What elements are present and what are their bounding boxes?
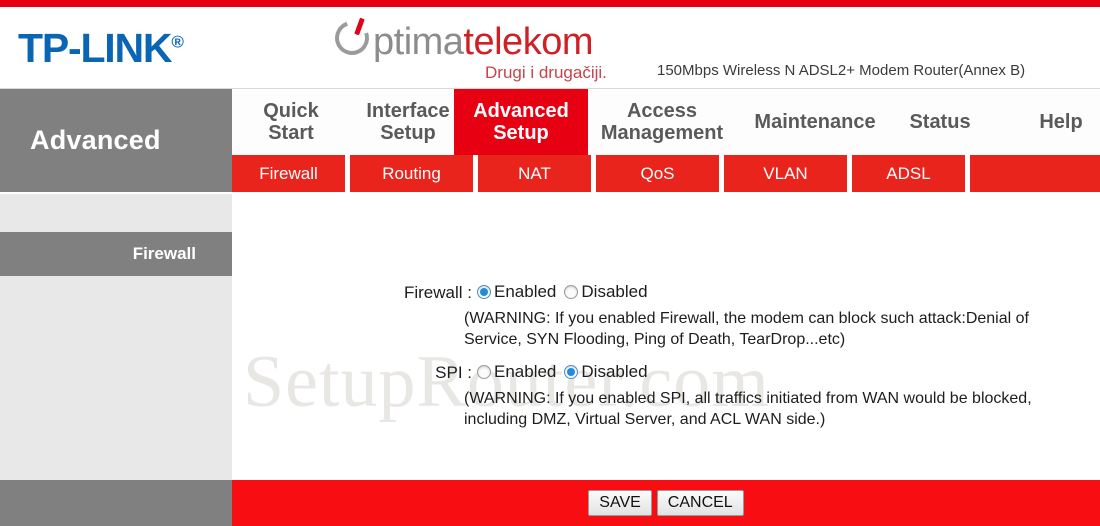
main-tab-quick-start[interactable]: Quick Start <box>238 89 344 155</box>
main-tab-advanced-setup[interactable]: Advanced Setup <box>454 89 588 155</box>
spi-radio-enabled[interactable]: Enabled <box>477 362 556 382</box>
main-tab-bar: Quick Start Interface Setup Advanced Setup… <box>232 89 1100 155</box>
sub-tab-label: ADSL <box>886 163 931 183</box>
section-heading-label: Firewall <box>132 244 196 263</box>
main-tab-access-management[interactable]: Access Management <box>580 89 744 155</box>
spi-label: SPI : <box>435 363 472 382</box>
optima-logo-wordmark: ptimatelekom <box>329 15 593 64</box>
main-tab-label: Advanced Setup <box>473 99 569 144</box>
spi-radio-enabled-label: Enabled <box>494 362 557 381</box>
sub-tab-firewall[interactable]: Firewall <box>232 155 345 192</box>
radio-dot-icon[interactable] <box>477 285 491 299</box>
optima-tagline: Drugi i drugačiji. <box>485 63 607 82</box>
optima-circle-icon <box>329 15 375 61</box>
spi-warning-text: (WARNING: If you enabled SPI, all traffi… <box>464 390 1032 429</box>
sub-tab-bar: Firewall Routing NAT QoS VLAN ADSL <box>232 155 1100 192</box>
sub-tab-label: VLAN <box>763 163 808 183</box>
main-tab-interface-setup[interactable]: Interface Setup <box>344 89 472 155</box>
spi-radio-group[interactable]: Enabled Disabled <box>477 362 648 382</box>
firewall-radio-enabled[interactable]: Enabled <box>477 282 556 302</box>
firewall-radio-group[interactable]: Enabled Disabled <box>477 282 648 302</box>
main-tab-label: Help <box>1039 110 1083 133</box>
content-body: Firewall Firewall : Enabled Disabled (WA… <box>0 232 1100 480</box>
sub-tab-adsl[interactable]: ADSL <box>852 155 965 192</box>
main-tab-label: Maintenance <box>754 110 876 133</box>
sidebar-gap-filler <box>0 194 232 232</box>
top-accent-bar <box>0 0 1100 7</box>
section-content: Firewall : Enabled Disabled (WARNING: If… <box>232 232 1100 480</box>
firewall-warning-text: (WARNING: If you enabled Firewall, the m… <box>464 310 1029 349</box>
footer-sidebar-filler <box>0 480 232 526</box>
sub-tab-label: QoS <box>640 163 675 183</box>
tplink-logo-text: TP-LINK <box>18 25 173 71</box>
sub-tab-nat[interactable]: NAT <box>478 155 591 192</box>
firewall-label: Firewall : <box>403 283 472 302</box>
spi-radio-disabled-label: Disabled <box>581 362 648 381</box>
optima-logo-red-part: telekom <box>463 21 593 63</box>
tplink-logo: TP-LINK® <box>18 25 184 72</box>
sub-tab-vlan[interactable]: VLAN <box>724 155 847 192</box>
spi-radio-disabled[interactable]: Disabled <box>564 362 648 382</box>
cancel-button[interactable]: CANCEL <box>656 489 744 517</box>
firewall-radio-enabled-label: Enabled <box>494 282 557 301</box>
main-tab-label: Quick Start <box>263 99 319 144</box>
sub-tab-qos[interactable]: QoS <box>596 155 719 192</box>
main-tab-label: Access Management <box>600 99 724 144</box>
main-tab-label: Interface Setup <box>366 99 450 144</box>
firewall-radio-disabled[interactable]: Disabled <box>564 282 648 302</box>
registered-trademark-icon: ® <box>171 32 184 52</box>
main-tab-help[interactable]: Help <box>1022 89 1100 155</box>
page-title: Advanced <box>30 125 161 155</box>
section-sidebar: Firewall <box>0 232 232 480</box>
main-tab-status[interactable]: Status <box>890 89 990 155</box>
sub-tab-label: NAT <box>518 163 551 183</box>
radio-dot-icon[interactable] <box>477 365 491 379</box>
page-footer: SAVE CANCEL <box>0 480 1100 526</box>
form-action-buttons: SAVE CANCEL <box>232 480 1100 526</box>
main-tab-maintenance[interactable]: Maintenance <box>740 89 890 155</box>
save-button[interactable]: SAVE <box>588 489 652 517</box>
section-heading-bar: Firewall <box>0 232 232 276</box>
content-gap-band <box>0 192 1100 232</box>
main-tab-label: Status <box>909 110 971 133</box>
sub-tab-routing[interactable]: Routing <box>350 155 473 192</box>
page-title-panel: Advanced <box>0 89 232 192</box>
radio-dot-icon[interactable] <box>564 285 579 299</box>
optima-telekom-logo: ptimatelekom Drugi i drugačiji. <box>329 15 633 82</box>
sub-tab-separator <box>965 155 970 192</box>
navigation-strip: Advanced Quick Start Interface Setup Advan… <box>0 89 1100 192</box>
sub-tab-label: Routing <box>382 163 441 183</box>
optima-logo-gray-part: ptima <box>373 21 464 63</box>
firewall-radio-disabled-label: Disabled <box>581 282 648 301</box>
router-model-label: 150Mbps Wireless N ADSL2+ Modem Router(A… <box>657 62 1026 79</box>
page-header: TP-LINK® ptimatelekom Drugi i drugačiji.… <box>0 7 1100 89</box>
router-admin-page: TP-LINK® ptimatelekom Drugi i drugačiji.… <box>0 0 1100 526</box>
sub-tab-label: Firewall <box>259 163 318 183</box>
radio-dot-icon[interactable] <box>564 365 579 379</box>
